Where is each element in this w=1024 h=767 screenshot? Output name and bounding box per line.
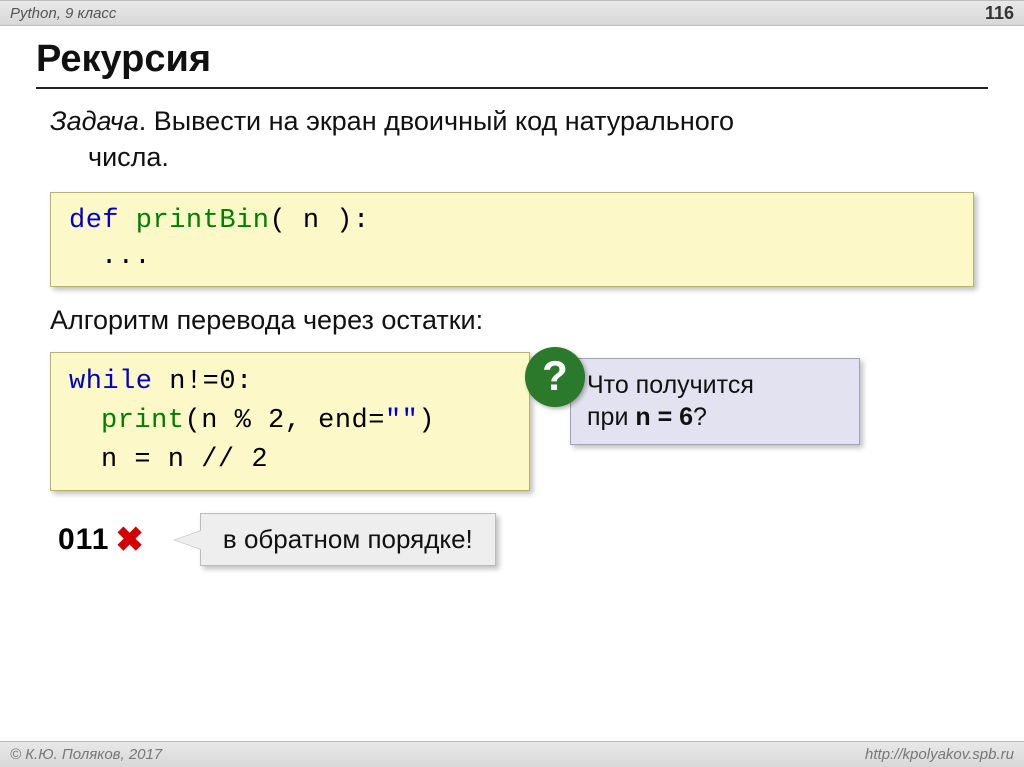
code2-l1-rest: n!=0:	[153, 367, 253, 397]
code2-l2b: )	[418, 406, 435, 436]
code1-fn: printBin	[119, 206, 269, 236]
question-mark-icon: ?	[525, 347, 585, 407]
callout-line2a: при	[587, 403, 635, 431]
code-and-callout-row: while n!=0: print(n % 2, end="") n = n /…	[50, 352, 974, 491]
note-box: в обратном порядке!	[200, 513, 496, 566]
algorithm-label: Алгоритм перевода через остатки:	[50, 305, 974, 336]
task-label: Задача	[50, 106, 139, 136]
footer-bar: © К.Ю. Поляков, 2017 http://kpolyakov.sp…	[0, 741, 1024, 767]
result-row: 011 ✖ в обратном порядке!	[58, 513, 974, 566]
slide-title: Рекурсия	[0, 26, 1024, 87]
header-left: Python, 9 класс	[10, 5, 116, 22]
task-text: Задача. Вывести на экран двоичный код на…	[50, 103, 974, 176]
slide-content: Задача. Вывести на экран двоичный код на…	[0, 103, 1024, 566]
callout-line2c: ?	[693, 403, 707, 431]
code2-l2a: (n % 2, end=	[185, 406, 385, 436]
code1-def: def	[69, 206, 119, 236]
result-value: 011	[58, 523, 109, 557]
code1-params: ( n ):	[269, 206, 369, 236]
code2-while: while	[69, 367, 153, 397]
code1-body: ...	[101, 239, 955, 275]
code-block-1: def printBin( n ): ...	[50, 192, 974, 287]
footer-left: © К.Ю. Поляков, 2017	[10, 746, 162, 763]
callout-line2b: n = 6	[635, 403, 693, 431]
note-text: в обратном порядке!	[223, 524, 473, 554]
code2-l3: n = n // 2	[101, 441, 511, 480]
cross-icon: ✖	[115, 520, 144, 560]
title-underline	[36, 87, 988, 89]
header-bar: Python, 9 класс 116	[0, 0, 1024, 26]
note-pointer-icon	[173, 530, 201, 550]
question-callout: ? Что получится при n = 6?	[570, 358, 860, 445]
task-line1: . Вывести на экран двоичный код натураль…	[139, 106, 734, 136]
code2-print: print	[101, 406, 185, 436]
page-number: 116	[985, 3, 1014, 24]
task-line2: числа.	[88, 139, 169, 175]
code-block-2: while n!=0: print(n % 2, end="") n = n /…	[50, 352, 530, 491]
code2-l2-str: ""	[385, 406, 418, 436]
footer-right: http://kpolyakov.spb.ru	[865, 746, 1014, 763]
callout-line1: Что получится	[587, 371, 754, 399]
